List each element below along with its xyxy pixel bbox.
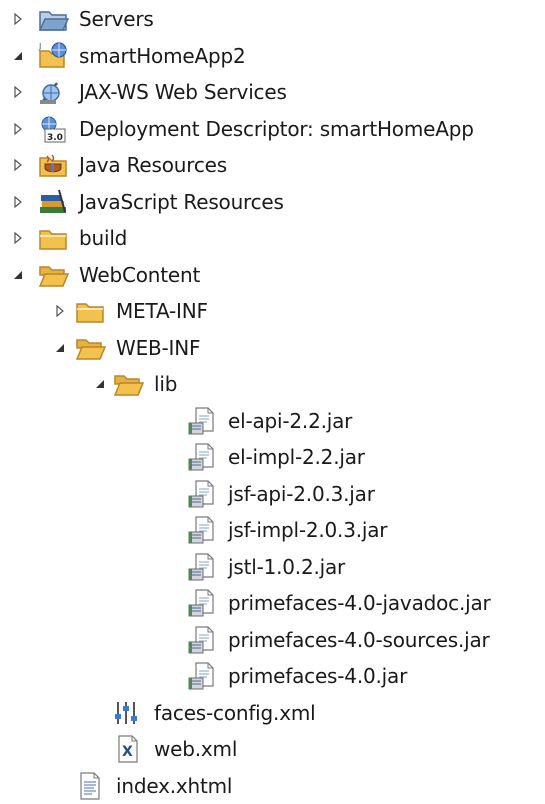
tree-item-faces-config-xml[interactable]: faces-config.xml	[0, 695, 545, 731]
jar-file-icon	[186, 442, 218, 472]
tree-item-label: jstl-1.0.2.jar	[228, 554, 346, 579]
expanded-arrow-icon[interactable]	[92, 376, 108, 392]
java-resources-icon	[37, 150, 69, 180]
collapsed-arrow-icon[interactable]	[10, 230, 26, 246]
folder-open-icon	[74, 333, 106, 363]
tree-item-label: lib	[154, 372, 178, 396]
tree-item-label: primefaces-4.0-javadoc.jar	[228, 591, 491, 615]
tree-item-jsf-api-2-0-3-jar[interactable]: jsf-api-2.0.3.jar	[0, 476, 545, 512]
jar-file-icon	[186, 588, 218, 618]
collapsed-arrow-icon[interactable]	[10, 11, 26, 27]
jar-file-icon	[186, 661, 218, 691]
javascript-resources-icon	[37, 187, 69, 217]
tree-item-label: Java Resources	[79, 153, 227, 177]
tree-item-java-resources[interactable]: Java Resources	[0, 147, 545, 183]
tree-item-label: JavaScript Resources	[79, 189, 284, 214]
tree-item-meta-inf[interactable]: META-INF	[0, 293, 545, 329]
tree-item-label: JAX-WS Web Services	[79, 80, 287, 104]
folder-open-icon	[112, 369, 144, 399]
xhtml-file-icon	[74, 771, 106, 801]
svg-text:X: X	[122, 744, 133, 760]
collapsed-arrow-icon[interactable]	[52, 303, 68, 319]
collapsed-arrow-icon[interactable]	[10, 157, 26, 173]
tree-item-label: WEB-INF	[116, 335, 201, 360]
tree-item-jax-ws-web-services[interactable]: JAX-WS Web Services	[0, 74, 545, 110]
expanded-arrow-icon[interactable]	[10, 267, 26, 283]
tree-item-primefaces-4-0-javadoc-jar[interactable]: primefaces-4.0-javadoc.jar	[0, 585, 545, 621]
tree-item-web-inf[interactable]: WEB-INF	[0, 330, 545, 366]
tree-item-build[interactable]: build	[0, 220, 545, 256]
tree-item-label: primefaces-4.0-sources.jar	[228, 627, 490, 652]
tree-item-javascript-resources[interactable]: JavaScript Resources	[0, 184, 545, 220]
jar-file-icon	[186, 552, 218, 582]
tree-item-deployment-descriptor-smarthomeapp[interactable]: 3.0 Deployment Descriptor: smartHomeApp	[0, 111, 545, 147]
tree-item-label: faces-config.xml	[154, 700, 316, 725]
tree-item-label: smartHomeApp2	[79, 43, 246, 68]
tree-item-label: META-INF	[116, 299, 208, 323]
web-project-icon: J	[37, 41, 69, 71]
tree-item-el-impl-2-2-jar[interactable]: el-impl-2.2.jar	[0, 439, 545, 475]
jar-file-icon	[186, 406, 218, 436]
tree-item-servers[interactable]: Servers	[0, 1, 545, 37]
tree-item-label: el-api-2.2.jar	[228, 408, 353, 433]
xml-file-icon: X	[112, 734, 144, 764]
tree-item-el-api-2-2-jar[interactable]: el-api-2.2.jar	[0, 403, 545, 439]
tree-item-label: index.xhtml	[116, 773, 233, 798]
tree-item-web-xml[interactable]: Xweb.xml	[0, 731, 545, 767]
tree-item-label: el-impl-2.2.jar	[228, 445, 365, 469]
tree-item-lib[interactable]: lib	[0, 366, 545, 402]
collapsed-arrow-icon[interactable]	[10, 194, 26, 210]
expanded-arrow-icon[interactable]	[10, 48, 26, 64]
tree-item-index-xhtml[interactable]: index.xhtml	[0, 768, 545, 804]
tree-item-webcontent[interactable]: WebContent	[0, 257, 545, 293]
tree-item-label: jsf-api-2.0.3.jar	[228, 481, 375, 506]
jar-file-icon	[186, 625, 218, 655]
collapsed-arrow-icon[interactable]	[10, 121, 26, 137]
tree-item-label: WebContent	[79, 262, 201, 287]
tree-item-label: jsf-impl-2.0.3.jar	[228, 518, 388, 542]
tree-item-jsf-impl-2-0-3-jar[interactable]: jsf-impl-2.0.3.jar	[0, 512, 545, 548]
svg-text:3.0: 3.0	[47, 133, 63, 143]
collapsed-arrow-icon[interactable]	[10, 84, 26, 100]
tree-item-primefaces-4-0-jar[interactable]: primefaces-4.0.jar	[0, 658, 545, 694]
folder-open-icon	[37, 260, 69, 290]
web-services-icon	[37, 77, 69, 107]
deployment-descriptor-icon: 3.0	[37, 114, 69, 144]
tree-item-smarthomeapp2[interactable]: JsmartHomeApp2	[0, 38, 545, 74]
server-folder-icon	[37, 4, 69, 34]
tree-item-label: Servers	[79, 7, 154, 31]
tree-item-label: Deployment Descriptor: smartHomeApp	[79, 116, 474, 141]
tree-item-jstl-1-0-2-jar[interactable]: jstl-1.0.2.jar	[0, 549, 545, 585]
svg-text:J: J	[38, 42, 41, 51]
tree-item-primefaces-4-0-sources-jar[interactable]: primefaces-4.0-sources.jar	[0, 622, 545, 658]
tree-item-label: web.xml	[154, 737, 238, 761]
faces-config-icon	[112, 698, 144, 728]
jar-file-icon	[186, 515, 218, 545]
folder-icon	[37, 223, 69, 253]
tree-item-label: build	[79, 226, 128, 250]
jar-file-icon	[186, 479, 218, 509]
tree-item-label: primefaces-4.0.jar	[228, 664, 408, 688]
folder-icon	[74, 296, 106, 326]
expanded-arrow-icon[interactable]	[52, 340, 68, 356]
